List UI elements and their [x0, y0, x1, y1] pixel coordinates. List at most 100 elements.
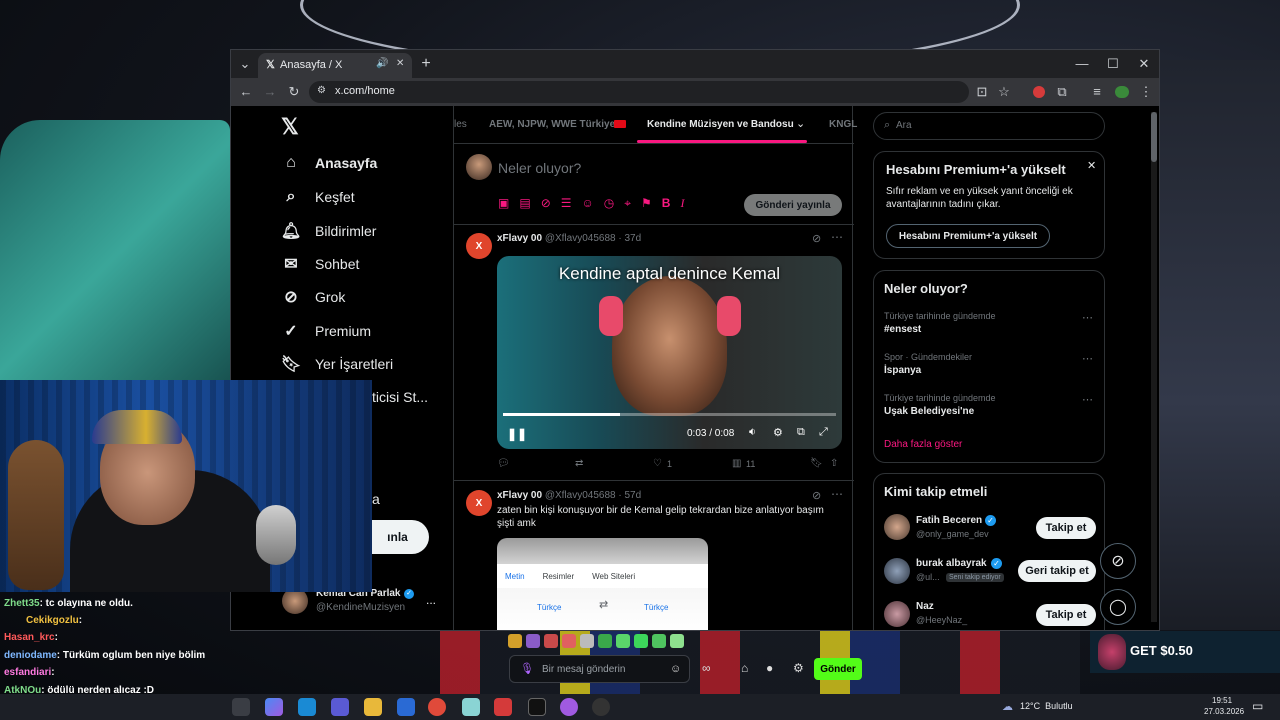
chat-user[interactable]: esfandiari: [4, 667, 51, 678]
x-logo-icon[interactable]: 𝕏: [281, 114, 299, 140]
emoji-icon[interactable]: ☺: [582, 196, 594, 211]
emote-icon[interactable]: [508, 634, 522, 648]
extensions-icon[interactable]: ⧉: [1051, 81, 1073, 103]
tab-kngl[interactable]: KNGL: [829, 119, 857, 130]
views-icon[interactable]: ▥: [732, 458, 741, 469]
user-handle[interactable]: @ul...: [916, 572, 940, 582]
nav-explore[interactable]: ⌕ Keşfet: [281, 180, 355, 214]
search-box[interactable]: ⌕ Ara: [873, 112, 1105, 140]
url-field[interactable]: ⚙ x.com/home: [309, 81, 969, 103]
fullscreen-icon[interactable]: ⤢: [819, 426, 828, 439]
store-icon[interactable]: [331, 698, 349, 716]
nav-partial-label[interactable]: a: [372, 491, 380, 507]
profile-icon[interactable]: [1115, 86, 1129, 98]
settings-icon[interactable]: ⚙: [773, 426, 783, 439]
chat-input[interactable]: 🎙︎ Bir mesaj gönderin ☺: [509, 655, 690, 683]
star-icon[interactable]: ☆: [993, 81, 1015, 103]
emoji-icon[interactable]: ☺: [670, 663, 681, 675]
more-icon[interactable]: ⋯: [831, 230, 843, 244]
reply-icon[interactable]: 💬︎: [497, 458, 510, 469]
media-icon[interactable]: ≡: [1086, 81, 1108, 103]
scrollbar-thumb[interactable]: [1151, 112, 1157, 162]
more-icon[interactable]: ⋯: [1082, 352, 1093, 365]
post-author[interactable]: xFlavy 00: [497, 233, 542, 244]
notification-icon[interactable]: ▭: [1252, 699, 1263, 713]
chevron-down-icon[interactable]: ⌄: [796, 117, 805, 130]
tab-partial[interactable]: les: [454, 119, 467, 130]
post-handle[interactable]: @Xflavy045688: [545, 490, 616, 501]
nav-grok[interactable]: ⊘ Grok: [281, 280, 345, 314]
emote-icon[interactable]: [562, 634, 576, 648]
follow-button[interactable]: Takip et: [1036, 604, 1096, 626]
premium-upgrade-button[interactable]: Hesabını Premium+'a yükselt: [886, 224, 1050, 248]
chrome-icon[interactable]: [428, 698, 446, 716]
emote-icon[interactable]: [544, 634, 558, 648]
show-more-link[interactable]: Daha fazla göster: [884, 439, 962, 450]
grok-icon[interactable]: ⊘: [812, 232, 821, 245]
flag-icon[interactable]: ⚑: [641, 196, 652, 211]
emote-icon[interactable]: [526, 634, 540, 648]
user-avatar[interactable]: [884, 514, 910, 540]
minimize-button[interactable]: —: [1071, 53, 1093, 75]
scrollbar[interactable]: [1151, 112, 1157, 622]
image-icon[interactable]: ▣: [498, 196, 509, 211]
browser-tab[interactable]: 𝕏 Anasayfa / X 🔊 ✕: [258, 53, 412, 78]
explorer-icon[interactable]: [364, 698, 382, 716]
grok-icon[interactable]: ⊘: [812, 489, 821, 502]
copilot-icon[interactable]: [265, 698, 283, 716]
emote-icon[interactable]: [670, 634, 684, 648]
bold-icon[interactable]: B: [662, 196, 671, 211]
profile-more-icon[interactable]: ...: [426, 593, 436, 607]
grok-compose-icon[interactable]: ⊘: [541, 196, 551, 211]
post-author[interactable]: xFlavy 00: [497, 490, 542, 501]
user-handle[interactable]: @only_game_dev: [916, 529, 989, 539]
new-tab-button[interactable]: +: [415, 53, 437, 75]
post-time[interactable]: · 57d: [618, 490, 641, 501]
speaker-icon[interactable]: 🔊: [376, 58, 388, 69]
pip-icon[interactable]: ⧉: [797, 426, 805, 439]
close-icon[interactable]: ✕: [1087, 159, 1096, 172]
emote-icon[interactable]: [634, 634, 648, 648]
post-video[interactable]: Kendine aptal denince Kemal ❚❚ 0:03 / 0:…: [497, 256, 842, 449]
menu-icon[interactable]: ⋮: [1135, 81, 1157, 103]
chat-float-icon[interactable]: ◯: [1100, 589, 1136, 625]
schedule-icon[interactable]: ◷: [604, 196, 614, 211]
trend-name[interactable]: Uşak Belediyesi'ne: [884, 406, 974, 417]
send-button[interactable]: Gönder: [814, 658, 862, 680]
follow-back-button[interactable]: Geri takip et: [1018, 560, 1096, 582]
site-info-icon[interactable]: ⚙: [317, 85, 326, 96]
nav-bookmarks[interactable]: 🔖︎ Yer İşaretleri: [281, 347, 393, 381]
video-progress-track[interactable]: [503, 413, 836, 416]
reload-icon[interactable]: ↻: [283, 81, 305, 103]
store-icon[interactable]: ⌂: [741, 661, 748, 675]
post-handle[interactable]: @Xflavy045688: [545, 233, 616, 244]
nav-home[interactable]: ⌂ Anasayfa: [281, 146, 377, 180]
emote-icon[interactable]: [652, 634, 666, 648]
bookmark-icon[interactable]: 🔖︎: [810, 458, 823, 469]
effects-icon[interactable]: ∞: [702, 661, 711, 675]
nav-notifications[interactable]: 🔔︎ Bildirimler: [281, 214, 377, 248]
app-icon[interactable]: [592, 698, 610, 716]
clock-time[interactable]: 19:51: [1212, 696, 1232, 705]
repost-icon[interactable]: ⇄: [575, 458, 583, 469]
tab-list-icon[interactable]: ⌄: [234, 53, 256, 75]
trend-name[interactable]: İspanya: [884, 365, 921, 376]
post-avatar[interactable]: X: [466, 233, 492, 259]
nav-messages[interactable]: ✉ Sohbet: [281, 247, 359, 281]
trend-name[interactable]: #ensest: [884, 324, 921, 335]
user-name[interactable]: Naz: [916, 601, 934, 612]
emote-icon[interactable]: [598, 634, 612, 648]
user-avatar[interactable]: [884, 601, 910, 627]
tab-aew[interactable]: AEW, NJPW, WWE Türkiye: [489, 119, 615, 130]
poll-icon[interactable]: ☰: [561, 196, 572, 211]
post-avatar[interactable]: X: [466, 490, 492, 516]
user-handle[interactable]: @HeeyNaz_: [916, 615, 967, 625]
more-icon[interactable]: ⋯: [831, 487, 843, 501]
user-name[interactable]: Fatih Beceren: [916, 515, 982, 526]
outlook-icon[interactable]: [397, 698, 415, 716]
pause-icon[interactable]: ❚❚: [507, 427, 527, 441]
user-avatar[interactable]: [884, 558, 910, 584]
app-icon[interactable]: [494, 698, 512, 716]
chat-user[interactable]: Zhett35: [4, 598, 40, 609]
forward-icon[interactable]: →: [259, 81, 281, 103]
